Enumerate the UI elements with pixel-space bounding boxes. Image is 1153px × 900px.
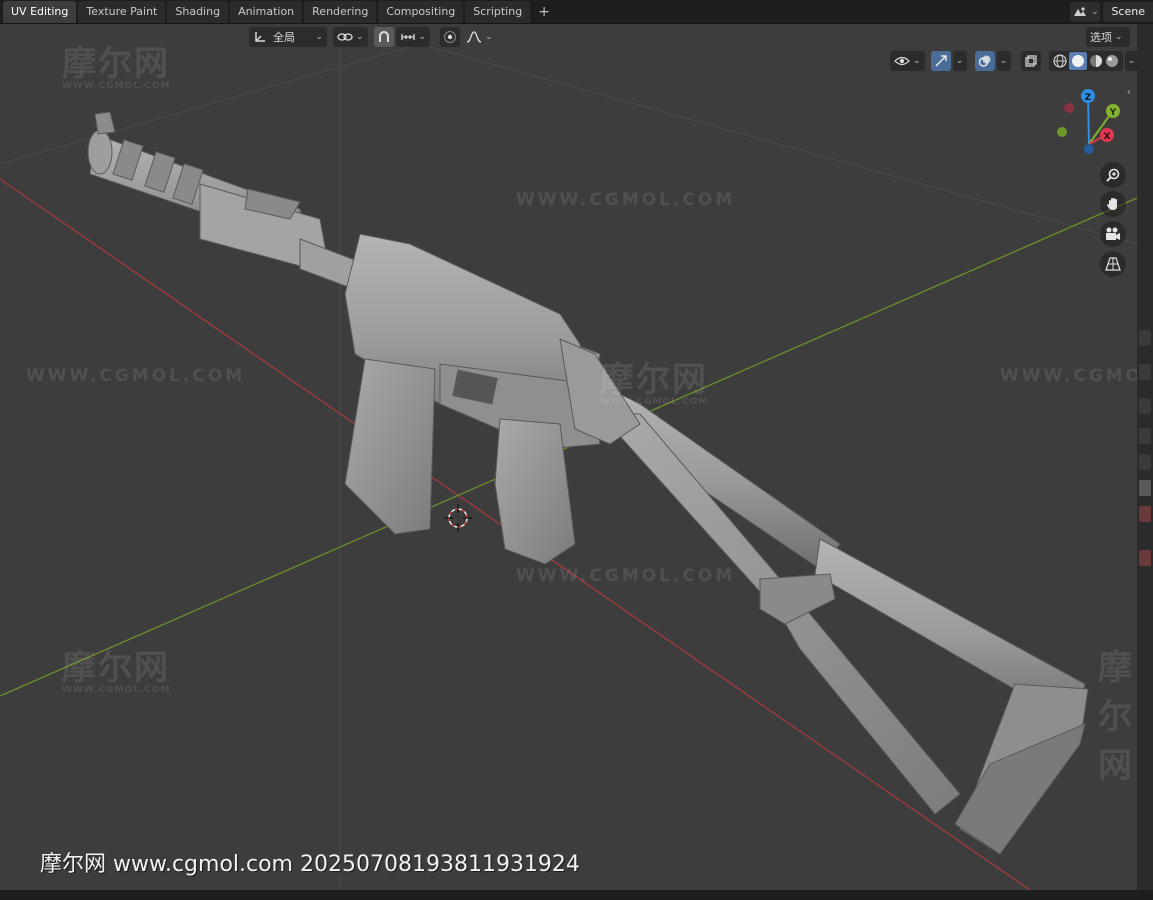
- viewport-header-tools: 全局 ⌄ ⌄ ⌄ ⌄: [249, 27, 499, 47]
- scene-selector: ⌄ Scene: [1070, 0, 1153, 24]
- 3d-cursor[interactable]: [444, 504, 472, 532]
- xray-icon: [1024, 55, 1037, 67]
- gizmo-toggle[interactable]: [930, 51, 951, 71]
- chevron-down-icon: ⌄: [315, 32, 323, 42]
- proportional-edit-icon: [444, 31, 457, 43]
- output-tab-icon[interactable]: [1139, 398, 1151, 414]
- xray-toggle[interactable]: [1020, 51, 1041, 71]
- watermark-url: WWW.CGMOL.COM: [516, 190, 736, 210]
- solid-shading-button[interactable]: [1068, 52, 1087, 70]
- watermark-logo: 摩尔网 WWW.CGMOL.COM: [62, 44, 171, 91]
- shading-mode-group: [1048, 51, 1123, 71]
- chevron-down-icon: ⌄: [418, 32, 427, 42]
- chevron-down-icon: ⌄: [485, 32, 493, 42]
- hand-icon: [1107, 198, 1117, 210]
- image-caption: 摩尔网 www.cgmol.com 20250708193811931924: [40, 852, 580, 877]
- modifier-tab-icon[interactable]: [1139, 506, 1151, 522]
- add-workspace-button[interactable]: +: [532, 1, 556, 23]
- orientation-icon: [255, 32, 265, 42]
- object-tab-icon[interactable]: [1139, 480, 1151, 496]
- solid-shading-icon: [1071, 55, 1084, 67]
- snap-increment-icon: [400, 34, 415, 40]
- gizmo-x-label: X: [1104, 132, 1111, 142]
- scene-tab-icon[interactable]: [1139, 454, 1151, 470]
- tab-shading[interactable]: Shading: [167, 0, 229, 23]
- pan-button[interactable]: [1100, 191, 1126, 217]
- transform-orientation-label: 全局: [273, 31, 295, 44]
- render-tab-icon[interactable]: [1139, 364, 1151, 380]
- view-layer-tab-icon[interactable]: [1139, 428, 1151, 444]
- zoom-button[interactable]: [1100, 162, 1126, 188]
- rendered-shading-icon[interactable]: [1104, 53, 1120, 69]
- watermark-logo: 摩尔网 WWW.CGMOL.COM: [62, 648, 171, 695]
- camera-view-button[interactable]: [1100, 221, 1126, 247]
- chevron-down-icon: ⌄: [356, 32, 364, 42]
- material-tab-icon[interactable]: [1139, 550, 1151, 566]
- gizmo-y-label: Y: [1109, 108, 1117, 118]
- viewport-options: 选项 ⌄: [1086, 27, 1132, 47]
- watermark-url: WWW.CGMOL.COM: [1000, 366, 1137, 386]
- options-dropdown[interactable]: 选项 ⌄: [1086, 27, 1130, 47]
- chevron-down-icon: ⌄: [1115, 32, 1123, 42]
- chevron-down-icon: ⌄: [913, 56, 921, 66]
- falloff-curve-icon: [466, 31, 482, 43]
- overlays-icon: [978, 55, 991, 67]
- viewport-shading-tools: ⌄ ⌄ ⌄ ⌄: [890, 51, 1137, 71]
- tab-rendering[interactable]: Rendering: [304, 0, 377, 23]
- watermark-url: WWW.CGMOL.COM: [26, 366, 246, 386]
- shading-dropdown[interactable]: ⌄: [1124, 51, 1137, 71]
- overlays-dropdown[interactable]: ⌄: [996, 51, 1011, 71]
- watermark-url: WWW.CGMOL.COM: [516, 566, 736, 586]
- watermark-logo: 摩尔网: [1098, 648, 1134, 786]
- gizmo-arrow-icon: [935, 55, 947, 67]
- snap-toggle[interactable]: [373, 27, 394, 47]
- overlays-toggle[interactable]: [974, 51, 995, 71]
- chevron-down-icon: ⌄: [1127, 56, 1136, 66]
- tab-texture-paint[interactable]: Texture Paint: [78, 0, 166, 23]
- options-label: 选项: [1090, 31, 1112, 44]
- transform-orientation-dropdown[interactable]: 全局 ⌄: [249, 27, 327, 47]
- wireframe-shading-icon[interactable]: [1052, 53, 1068, 69]
- eye-icon: [894, 56, 910, 66]
- rifle-model: [87, 111, 1089, 855]
- 3d-viewport[interactable]: Z Y X 摩尔网 WWW.CGMOL.COM 摩尔网 WWW.CGMOL.COM …: [0, 24, 1137, 890]
- perspective-toggle-button[interactable]: [1100, 251, 1126, 277]
- workspace-bar: UV Editing Texture Paint Shading Animati…: [0, 0, 1153, 24]
- properties-tool-strip: [1137, 24, 1153, 890]
- tab-animation[interactable]: Animation: [230, 0, 303, 23]
- falloff-dropdown[interactable]: ⌄: [462, 27, 497, 47]
- camera-icon: [1106, 227, 1120, 240]
- chevron-down-icon: ⌄: [999, 56, 1008, 66]
- scene-name-field[interactable]: Scene: [1103, 2, 1153, 22]
- grid-perspective-icon: [1105, 257, 1121, 271]
- tab-uv-editing[interactable]: UV Editing: [3, 0, 77, 23]
- zoom-magnifier-icon: [1106, 168, 1120, 182]
- viewport-scene: Z Y X: [0, 24, 1137, 890]
- link-icon: [337, 33, 353, 41]
- snap-target-dropdown[interactable]: ⌄: [395, 27, 431, 47]
- magnet-icon: [378, 31, 389, 42]
- watermark-logo: 摩尔网 WWW.CGMOL.COM: [600, 360, 709, 407]
- navigation-gizmo[interactable]: Z Y X: [1057, 89, 1120, 154]
- chevron-down-icon: ⌄: [955, 56, 964, 66]
- proportional-editing-toggle[interactable]: [440, 27, 461, 47]
- tab-compositing[interactable]: Compositing: [378, 0, 464, 23]
- gizmo-z-label: Z: [1085, 93, 1092, 103]
- grid-lines: [0, 24, 1137, 890]
- visibility-dropdown[interactable]: ⌄: [890, 51, 925, 71]
- scene-browse-button[interactable]: ⌄: [1070, 2, 1101, 22]
- gizmo-dropdown[interactable]: ⌄: [952, 51, 967, 71]
- tab-scripting[interactable]: Scripting: [465, 0, 531, 23]
- material-shading-icon[interactable]: [1088, 53, 1104, 69]
- pivot-point-dropdown[interactable]: ⌄: [333, 27, 368, 47]
- timeline-header: [0, 890, 1153, 900]
- chevron-down-icon: ⌄: [1091, 7, 1099, 17]
- sidebar-expand-arrow-icon[interactable]: ‹: [1127, 87, 1137, 101]
- tool-tab-icon[interactable]: [1139, 330, 1151, 346]
- scene-icon: [1074, 7, 1087, 16]
- workspace-tabs: UV Editing Texture Paint Shading Animati…: [3, 0, 558, 23]
